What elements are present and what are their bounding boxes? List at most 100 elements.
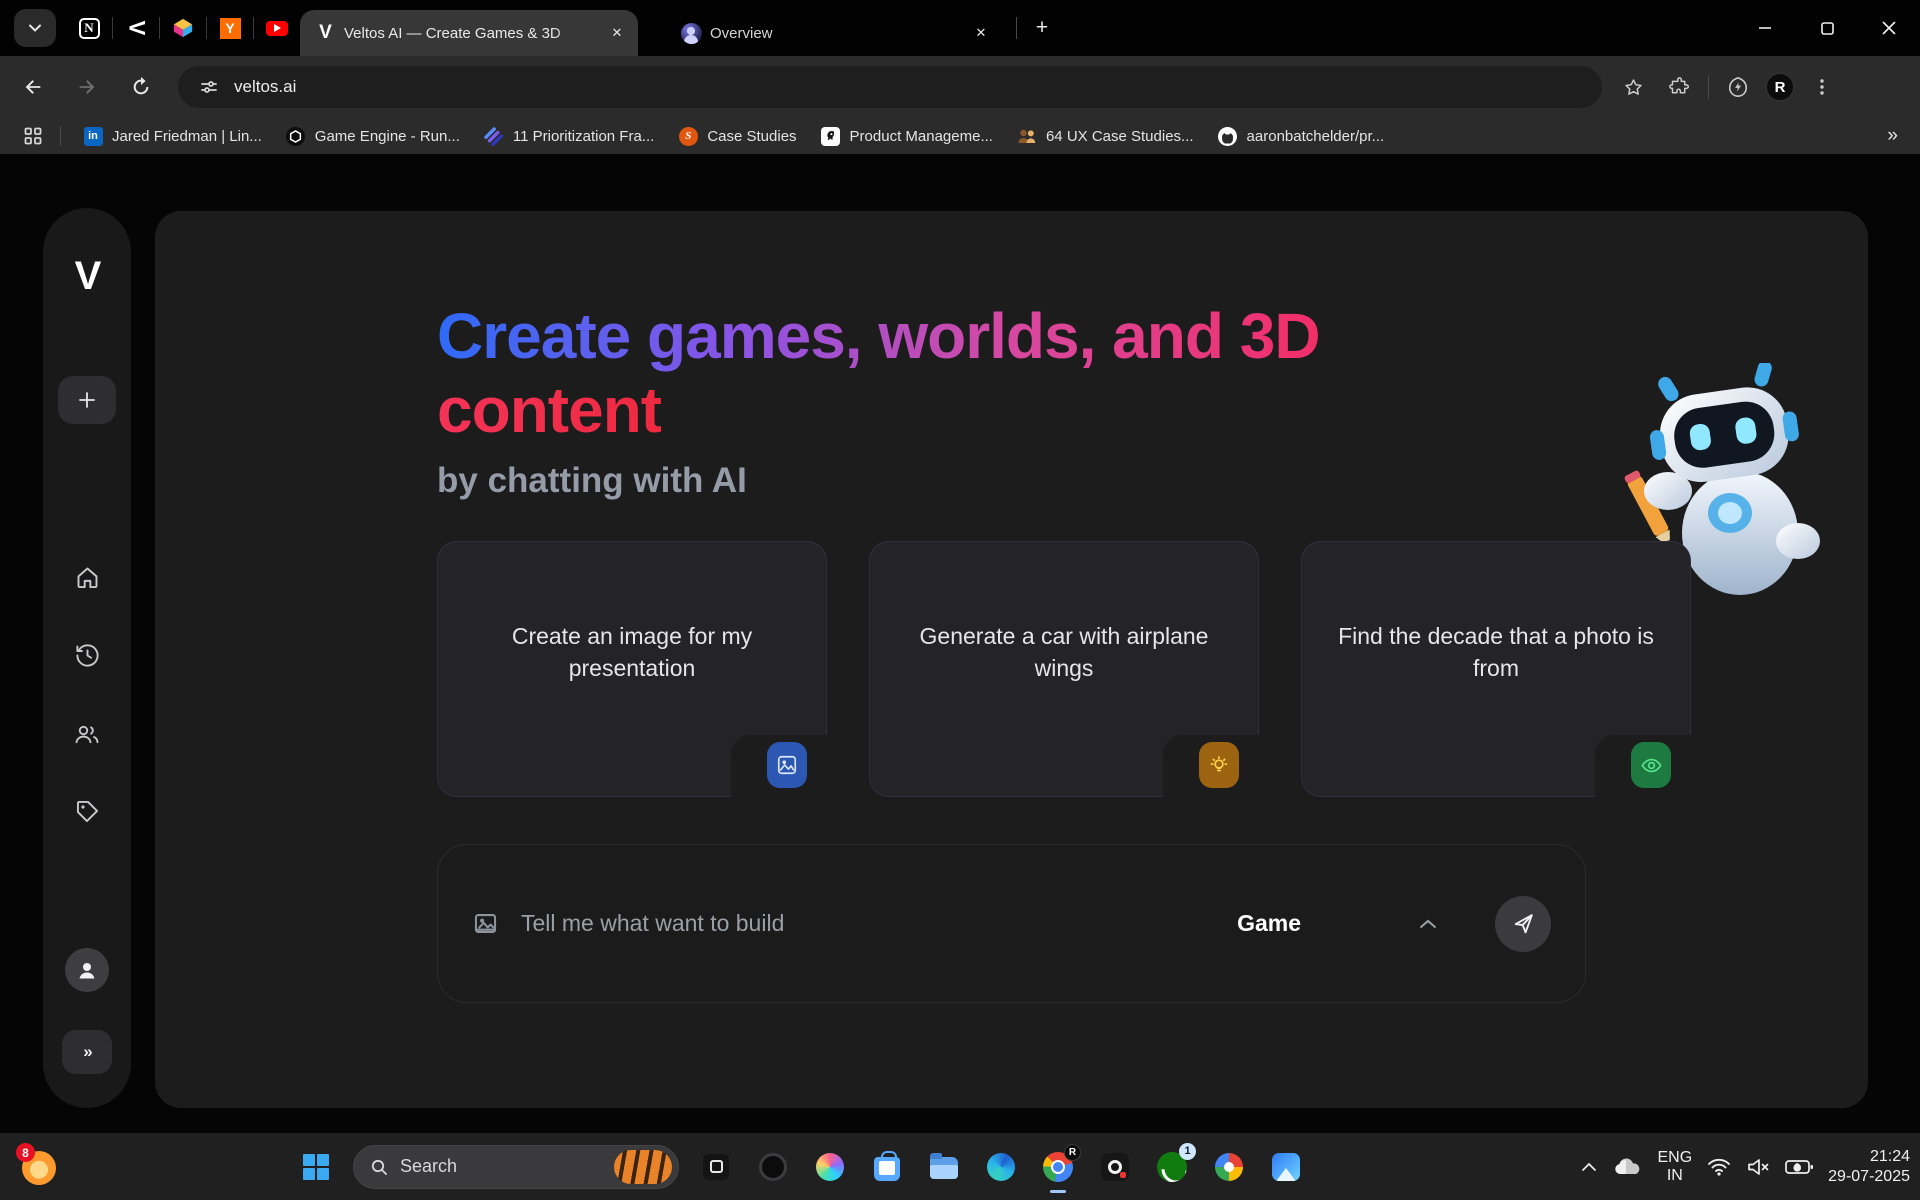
task-view-button[interactable] — [696, 1147, 736, 1187]
tab-close-icon[interactable]: ✕ — [970, 22, 992, 44]
new-tab-button[interactable]: + — [1025, 11, 1059, 45]
chevron-down-icon — [28, 21, 42, 35]
clock-time: 21:24 — [1828, 1147, 1910, 1167]
sidebar-item-community[interactable] — [43, 720, 131, 748]
tray-chevron-up-icon[interactable] — [1581, 1162, 1597, 1172]
google-pinwheel-icon — [1215, 1153, 1243, 1181]
bookmark-item[interactable]: S Case Studies — [666, 122, 808, 150]
pinned-tab-hackernews[interactable]: Y — [207, 0, 253, 56]
leaf-icon — [1727, 76, 1749, 98]
start-button[interactable] — [296, 1147, 336, 1187]
star-icon — [1623, 77, 1644, 98]
bookmark-item[interactable]: 11 Prioritization Fra... — [472, 122, 666, 150]
widgets-button[interactable]: 8 — [18, 1147, 58, 1187]
sidebar-item-home[interactable] — [43, 564, 131, 591]
send-button[interactable] — [1495, 896, 1551, 952]
mode-selector-value[interactable]: Game — [1237, 910, 1301, 937]
onedrive-cloud-icon[interactable] — [1612, 1157, 1642, 1177]
divider — [60, 126, 61, 146]
attach-image-button[interactable] — [472, 910, 499, 937]
card-badge — [1199, 742, 1239, 788]
new-chat-button[interactable] — [58, 376, 116, 424]
github-icon — [1218, 127, 1237, 146]
app-chrome[interactable]: R — [1038, 1147, 1078, 1187]
toolbar-actions: R — [1614, 68, 1841, 106]
file-explorer-icon — [930, 1157, 958, 1179]
history-clock-icon — [74, 642, 101, 669]
chevron-up-icon[interactable] — [1419, 918, 1437, 930]
youtube-icon — [266, 21, 288, 36]
sidebar-item-history[interactable] — [43, 642, 131, 669]
bookmark-label: 64 UX Case Studies... — [1046, 128, 1194, 145]
app-xbox[interactable]: 1 — [1152, 1147, 1192, 1187]
bookmark-item[interactable]: aaronbatchelder/pr... — [1206, 122, 1397, 150]
edge-icon — [987, 1153, 1015, 1181]
tab-search-button[interactable] — [14, 9, 56, 47]
back-button[interactable] — [12, 66, 54, 108]
windows-logo-icon — [303, 1154, 329, 1180]
tab-veltos-active[interactable]: V Veltos AI — Create Games & 3D ✕ — [300, 10, 638, 56]
tab-overview[interactable]: Overview ✕ — [666, 10, 1002, 56]
search-highlight-image[interactable] — [614, 1150, 672, 1184]
bookmark-item[interactable]: in Jared Friedman | Lin... — [71, 122, 274, 150]
prompt-composer[interactable]: Game — [437, 844, 1586, 1003]
sidebar-item-tags[interactable] — [43, 798, 131, 825]
pinned-tab-youtube[interactable] — [254, 0, 300, 56]
share-icon: S — [679, 127, 698, 146]
extensions-button[interactable] — [1660, 68, 1698, 106]
address-bar[interactable]: veltos.ai — [178, 66, 1602, 108]
language-bottom: IN — [1657, 1167, 1692, 1185]
volume-muted-icon[interactable] — [1746, 1158, 1770, 1176]
suggestion-card-find[interactable]: Find the decade that a photo is from — [1301, 541, 1691, 797]
bookmark-item[interactable]: 64 UX Case Studies... — [1005, 122, 1206, 150]
app-photos[interactable] — [1266, 1147, 1306, 1187]
taskbar-clock[interactable]: 21:24 29-07-2025 — [1828, 1147, 1910, 1187]
suggestion-card-generate[interactable]: Generate a car with airplane wings — [869, 541, 1259, 797]
language-indicator[interactable]: ENG IN — [1657, 1149, 1692, 1185]
bookmarks-overflow-button[interactable]: » — [1887, 125, 1898, 147]
maximize-button[interactable] — [1796, 0, 1858, 56]
linkedin-icon: in — [84, 127, 103, 146]
bookmark-item[interactable]: Product Manageme... — [809, 122, 1005, 150]
minimize-button[interactable] — [1734, 0, 1796, 56]
image-icon — [776, 754, 798, 776]
bookmark-star-button[interactable] — [1614, 68, 1652, 106]
profile-avatar[interactable]: R — [1765, 72, 1795, 102]
site-settings-button[interactable] — [194, 72, 224, 102]
forward-button[interactable] — [66, 66, 108, 108]
battery-saver-icon[interactable] — [1785, 1159, 1813, 1175]
veltos-logo: V — [43, 254, 131, 299]
close-button[interactable] — [1858, 0, 1920, 56]
app-dark-tool[interactable] — [1095, 1147, 1135, 1187]
widgets-badge: 8 — [16, 1143, 35, 1162]
person-icon — [75, 958, 99, 982]
pinned-tab-veltos[interactable]: V — [113, 0, 159, 56]
system-tray: ENG IN 21:24 29-07-2025 — [1581, 1133, 1910, 1200]
app-edge[interactable] — [981, 1147, 1021, 1187]
headline-line1: Create games, worlds, and 3D — [437, 300, 1320, 372]
app-file-explorer[interactable] — [924, 1147, 964, 1187]
reload-button[interactable] — [120, 66, 162, 108]
app-lens[interactable] — [753, 1147, 793, 1187]
apps-grid-button[interactable] — [16, 122, 50, 150]
bookmarks-bar: in Jared Friedman | Lin... Game Engine -… — [0, 118, 1920, 154]
app-microsoft-store[interactable] — [867, 1147, 907, 1187]
people-icon — [1017, 127, 1037, 145]
pinned-tab-notion[interactable]: N — [66, 0, 112, 56]
app-copilot[interactable] — [810, 1147, 850, 1187]
sidebar-expand-button[interactable]: » — [62, 1030, 112, 1074]
suggestion-card-image[interactable]: Create an image for my presentation — [437, 541, 827, 797]
forward-icon — [76, 76, 98, 98]
user-avatar[interactable] — [65, 948, 109, 992]
bookmark-item[interactable]: Game Engine - Run... — [274, 122, 472, 150]
wifi-icon[interactable] — [1707, 1158, 1731, 1176]
notion-icon: N — [79, 18, 100, 39]
performance-button[interactable] — [1719, 68, 1757, 106]
browser-menu-button[interactable] — [1803, 68, 1841, 106]
card-text: Create an image for my presentation — [464, 620, 800, 684]
pinned-tab-cube[interactable] — [160, 0, 206, 56]
app-google[interactable] — [1209, 1147, 1249, 1187]
taskbar-search[interactable]: Search — [353, 1145, 679, 1189]
tab-close-icon[interactable]: ✕ — [606, 22, 628, 44]
prompt-input[interactable] — [521, 910, 1237, 937]
